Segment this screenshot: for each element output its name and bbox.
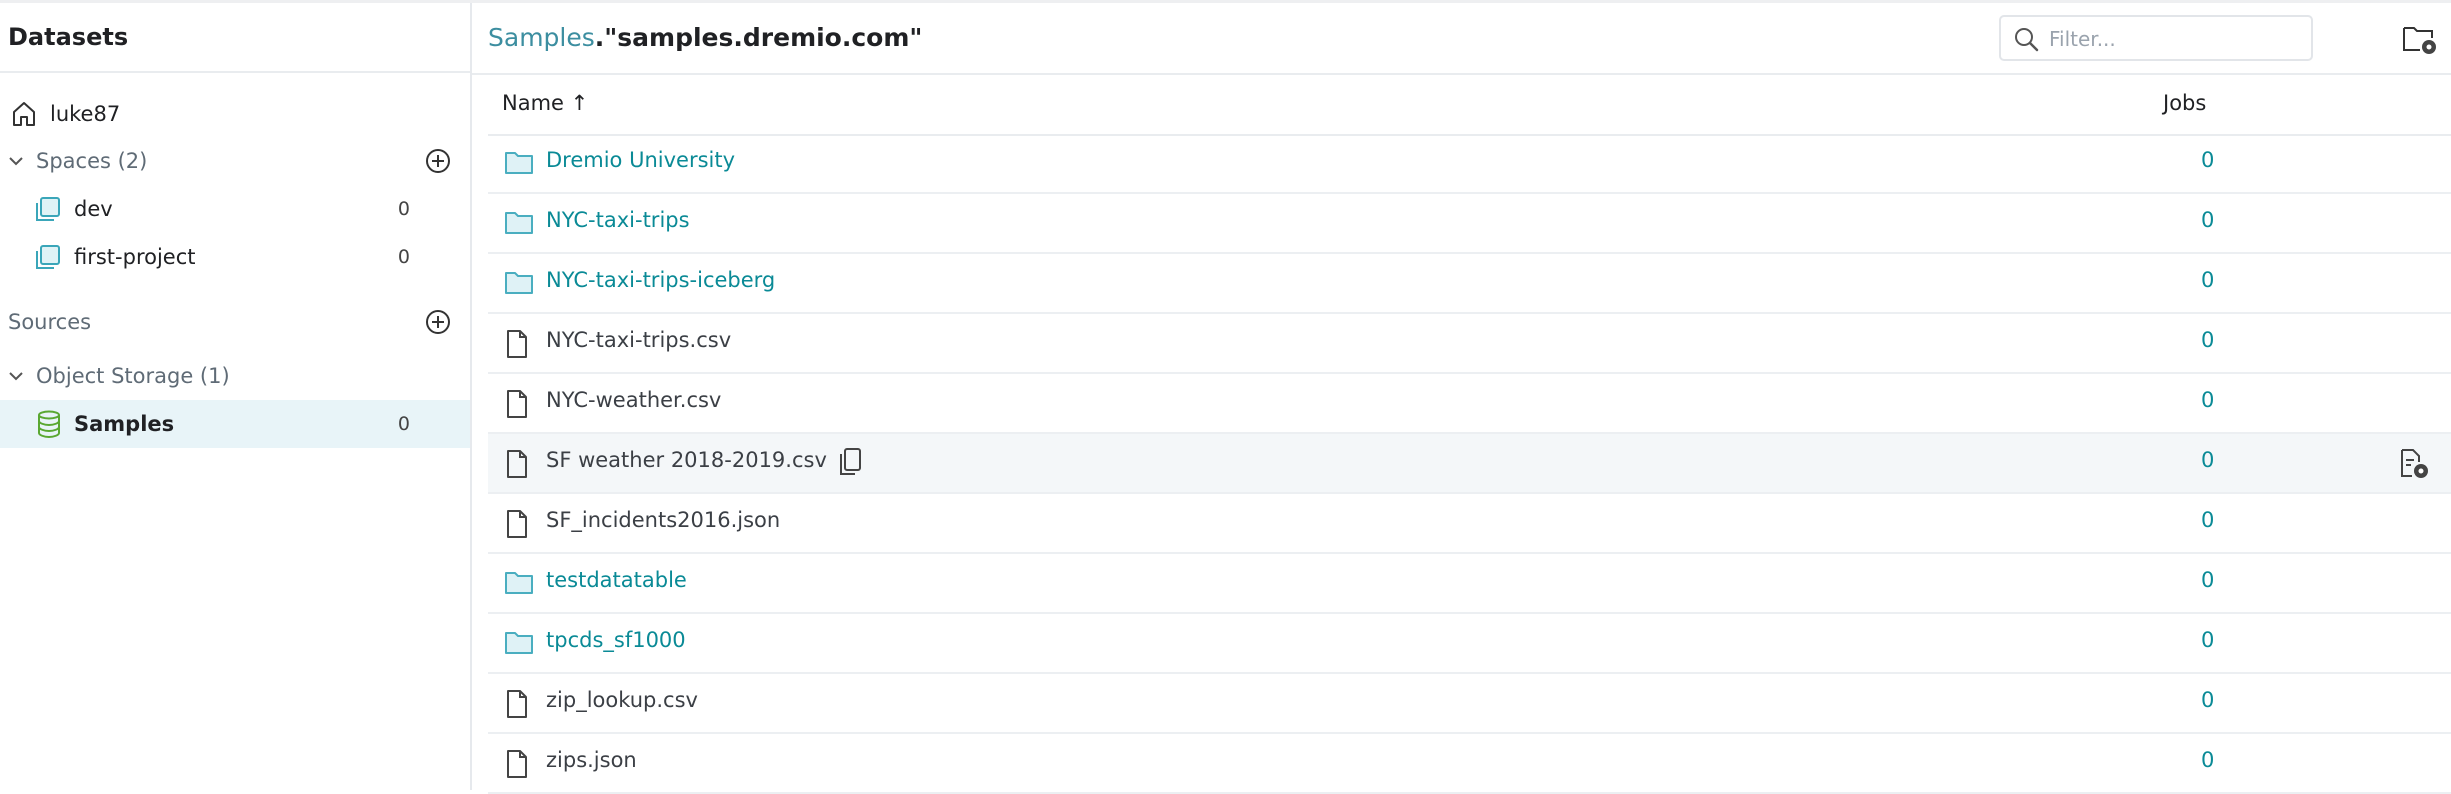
file-icon bbox=[507, 390, 527, 418]
folder-icon bbox=[505, 632, 533, 654]
sidebar-item-label: dev bbox=[74, 197, 113, 221]
row-jobs[interactable]: 0 bbox=[2201, 148, 2214, 172]
row-name[interactable]: SF_incidents2016.json bbox=[546, 508, 780, 532]
table-row[interactable]: testdatatable 0 bbox=[488, 554, 2451, 614]
add-space-icon[interactable] bbox=[424, 147, 452, 175]
row-name[interactable]: NYC-taxi-trips bbox=[546, 208, 690, 232]
table-row[interactable]: Dremio University 0 bbox=[488, 134, 2451, 194]
row-name[interactable]: tpcds_sf1000 bbox=[546, 628, 686, 652]
sidebar-item-dev[interactable]: dev 0 bbox=[0, 185, 470, 233]
sidebar-title: Datasets bbox=[8, 23, 129, 51]
sidebar: Datasets luke87 Spaces (2) dev 0 first-p… bbox=[0, 3, 472, 790]
column-name-header[interactable]: Name ↑ bbox=[502, 91, 588, 115]
folder-settings-icon[interactable] bbox=[2402, 23, 2438, 55]
row-jobs[interactable]: 0 bbox=[2201, 688, 2214, 712]
main-header: Samples."samples.dremio.com" bbox=[472, 3, 2451, 75]
row-jobs[interactable]: 0 bbox=[2201, 508, 2214, 532]
row-jobs[interactable]: 0 bbox=[2201, 628, 2214, 652]
row-jobs[interactable]: 0 bbox=[2201, 568, 2214, 592]
database-icon bbox=[38, 410, 60, 438]
sidebar-item-label: luke87 bbox=[50, 102, 121, 126]
search-icon bbox=[2015, 28, 2039, 52]
file-settings-icon[interactable] bbox=[2398, 448, 2430, 480]
file-icon bbox=[507, 750, 527, 778]
sidebar-item-count: 0 bbox=[397, 246, 410, 268]
sidebar-item-samples[interactable]: Samples 0 bbox=[0, 400, 470, 448]
folder-icon bbox=[505, 152, 533, 174]
table-row[interactable]: NYC-taxi-trips 0 bbox=[488, 194, 2451, 254]
filter-box[interactable] bbox=[1999, 15, 2313, 61]
row-name[interactable]: NYC-taxi-trips.csv bbox=[546, 328, 731, 352]
space-icon bbox=[36, 245, 60, 269]
file-icon bbox=[507, 330, 527, 358]
sidebar-item-count: 0 bbox=[397, 198, 410, 220]
sources-section-header: Sources bbox=[0, 298, 470, 346]
row-name[interactable]: zip_lookup.csv bbox=[546, 688, 698, 712]
folder-icon bbox=[505, 212, 533, 234]
object-storage-label: Object Storage (1) bbox=[36, 364, 230, 388]
table-row[interactable]: zip_lookup.csv 0 bbox=[488, 674, 2451, 734]
table-row[interactable]: NYC-taxi-trips-iceberg 0 bbox=[488, 254, 2451, 314]
file-icon bbox=[507, 510, 527, 538]
sidebar-item-home[interactable]: luke87 bbox=[0, 90, 470, 138]
file-icon bbox=[507, 450, 527, 478]
row-name[interactable]: Dremio University bbox=[546, 148, 735, 172]
filter-input[interactable] bbox=[2047, 23, 2301, 55]
file-icon bbox=[507, 690, 527, 718]
spaces-label: Spaces (2) bbox=[36, 149, 148, 173]
breadcrumb: Samples."samples.dremio.com" bbox=[488, 23, 922, 52]
table-row[interactable]: tpcds_sf1000 0 bbox=[488, 614, 2451, 674]
row-name[interactable]: zips.json bbox=[546, 748, 637, 772]
folder-icon bbox=[505, 272, 533, 294]
table-row[interactable]: zips.json 0 bbox=[488, 734, 2451, 794]
spaces-section-header[interactable]: Spaces (2) bbox=[0, 137, 470, 185]
breadcrumb-current: ."samples.dremio.com" bbox=[594, 23, 923, 52]
sources-label: Sources bbox=[8, 310, 92, 334]
sidebar-item-first-project[interactable]: first-project 0 bbox=[0, 233, 470, 281]
folder-icon bbox=[505, 572, 533, 594]
chevron-down-icon bbox=[9, 157, 23, 166]
sidebar-header: Datasets bbox=[0, 3, 470, 73]
row-name[interactable]: testdatatable bbox=[546, 568, 687, 592]
add-source-icon[interactable] bbox=[424, 308, 452, 336]
row-jobs[interactable]: 0 bbox=[2201, 748, 2214, 772]
row-jobs[interactable]: 0 bbox=[2201, 328, 2214, 352]
sidebar-item-count: 0 bbox=[397, 413, 410, 435]
sidebar-item-label: first-project bbox=[74, 245, 196, 269]
space-icon bbox=[36, 197, 60, 221]
row-jobs[interactable]: 0 bbox=[2201, 268, 2214, 292]
breadcrumb-link-samples[interactable]: Samples bbox=[488, 23, 595, 52]
row-name[interactable]: NYC-weather.csv bbox=[546, 388, 721, 412]
row-jobs[interactable]: 0 bbox=[2201, 208, 2214, 232]
object-storage-section-header[interactable]: Object Storage (1) bbox=[0, 352, 470, 400]
home-icon bbox=[13, 102, 35, 126]
sidebar-item-label: Samples bbox=[74, 412, 175, 436]
column-jobs-header: Jobs bbox=[2163, 91, 2207, 115]
table-row[interactable]: SF weather 2018-2019.csv 0 bbox=[488, 434, 2451, 494]
row-jobs[interactable]: 0 bbox=[2201, 388, 2214, 412]
table-row[interactable]: NYC-taxi-trips.csv 0 bbox=[488, 314, 2451, 374]
copy-icon[interactable] bbox=[837, 447, 863, 477]
row-name[interactable]: NYC-taxi-trips-iceberg bbox=[546, 268, 775, 292]
row-name[interactable]: SF weather 2018-2019.csv bbox=[546, 448, 827, 472]
table-header: Name ↑ Jobs bbox=[488, 75, 2451, 136]
table-row[interactable]: SF_incidents2016.json 0 bbox=[488, 494, 2451, 554]
row-jobs[interactable]: 0 bbox=[2201, 448, 2214, 472]
main-panel: Samples."samples.dremio.com" Name ↑ Jobs… bbox=[472, 3, 2451, 794]
chevron-down-icon bbox=[9, 372, 23, 381]
table-row[interactable]: NYC-weather.csv 0 bbox=[488, 374, 2451, 434]
